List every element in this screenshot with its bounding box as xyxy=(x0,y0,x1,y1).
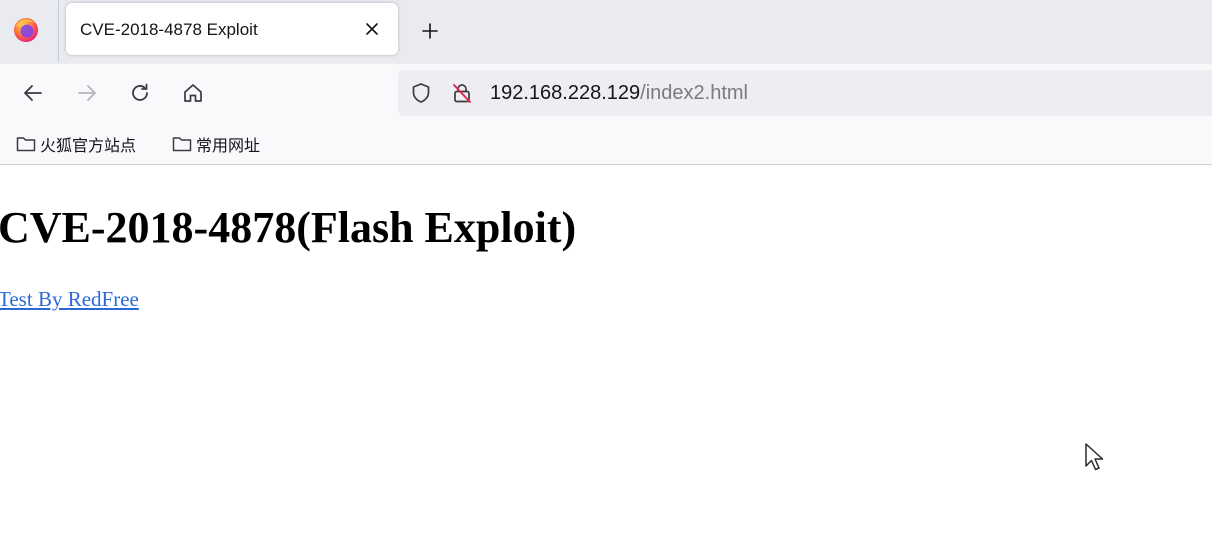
url-host: 192.168.228.129 xyxy=(490,82,641,104)
arrow-left-icon xyxy=(24,85,42,101)
back-button[interactable] xyxy=(16,76,50,110)
browser-window: CVE-2018-4878 Exploit 192.168.228.129/in… xyxy=(0,0,1212,542)
tab-close-icon[interactable] xyxy=(360,17,384,41)
tab-strip: CVE-2018-4878 Exploit xyxy=(0,0,1212,64)
home-button[interactable] xyxy=(176,76,210,110)
mouse-cursor-icon xyxy=(1085,443,1104,471)
page-title: CVE-2018-4878(Flash Exploit) xyxy=(0,203,577,252)
folder-icon xyxy=(172,137,192,152)
insecure-lock-icon[interactable] xyxy=(449,80,475,106)
url-bar[interactable]: 192.168.228.129/index2.html xyxy=(398,70,1212,116)
shield-icon[interactable] xyxy=(408,80,434,106)
bookmark-label: 火狐官方站点 xyxy=(40,138,137,155)
firefox-logo-icon[interactable] xyxy=(8,14,44,46)
tab-title: CVE-2018-4878 Exploit xyxy=(80,20,258,39)
plus-icon xyxy=(422,23,438,39)
bookmarks-toolbar: 火狐官方站点 常用网址 xyxy=(0,124,1212,165)
forward-button[interactable] xyxy=(70,76,104,110)
bookmark-label: 常用网址 xyxy=(196,138,261,155)
tab-active[interactable]: CVE-2018-4878 Exploit xyxy=(66,3,398,55)
home-icon xyxy=(184,84,202,102)
arrow-right-icon xyxy=(78,85,96,101)
bookmark-folder-firefox-official[interactable]: 火狐官方站点 xyxy=(16,131,136,157)
navigation-toolbar: 192.168.228.129/index2.html xyxy=(0,64,1212,124)
url-path: /index2.html xyxy=(640,82,748,104)
test-by-redfree-link[interactable]: Test By RedFree xyxy=(0,287,139,312)
reload-icon xyxy=(132,83,148,101)
new-tab-button[interactable] xyxy=(414,16,446,46)
folder-icon xyxy=(16,137,36,152)
page-content: CVE-2018-4878(Flash Exploit) Test By Red… xyxy=(0,166,1212,542)
bookmark-folder-common-sites[interactable]: 常用网址 xyxy=(172,131,260,157)
tab-separator xyxy=(58,0,59,62)
reload-button[interactable] xyxy=(123,76,157,110)
url-text[interactable]: 192.168.228.129/index2.html xyxy=(490,82,748,105)
